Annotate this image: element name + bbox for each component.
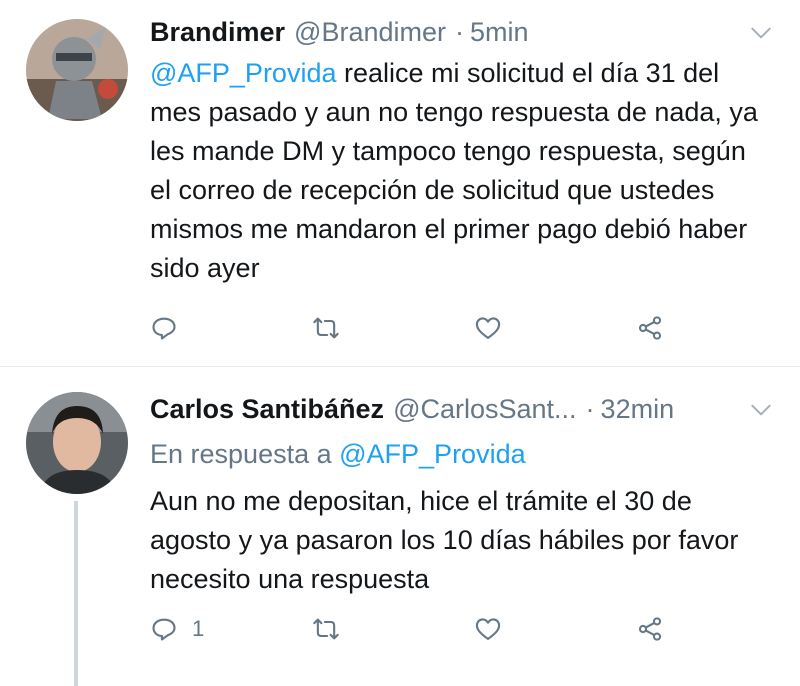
avatar[interactable] [26,19,128,121]
mention-link[interactable]: @AFP_Provida [150,58,336,88]
tweet[interactable]: Carlos Santibáñez @CarlosSant... · 32min… [0,367,800,686]
reply-button[interactable] [150,308,192,348]
tweet-header: Brandimer @Brandimer · 5min [150,12,774,52]
chevron-down-icon[interactable] [748,20,774,46]
tweet-actions: 1 [150,609,700,649]
share-icon [636,314,664,342]
share-button[interactable] [636,308,664,348]
retweet-icon [312,314,340,342]
avatar-image [26,392,128,494]
reply-count: 1 [192,616,205,641]
timestamp[interactable]: 32min [601,394,675,425]
heart-icon [474,615,502,643]
tweet-actions [150,308,700,348]
avatar[interactable] [26,392,128,494]
tweet-text: @AFP_Provida realice mi solicitud el día… [150,54,774,288]
tweet-body: Brandimer @Brandimer · 5min @AFP_Provida… [150,12,774,288]
separator: · [585,393,595,424]
avatar-image [26,19,128,121]
share-icon [636,615,664,643]
reply-context: En respuesta a @AFP_Provida [150,434,774,474]
share-button[interactable] [636,609,664,649]
like-button[interactable] [474,609,502,649]
tweet-text-body: realice mi solicitud el día 31 del mes p… [150,58,758,283]
chevron-down-icon[interactable] [748,397,774,423]
display-name[interactable]: Carlos Santibáñez [150,394,384,425]
like-button[interactable] [474,308,502,348]
thread-line [74,501,78,686]
tweet-text: Aun no me depositan, hice el trámite el … [150,486,739,594]
tweet-header: Carlos Santibáñez @CarlosSant... · 32min [150,389,774,429]
reply-icon [150,314,178,342]
user-handle[interactable]: @Brandimer [294,17,446,48]
display-name[interactable]: Brandimer [150,17,285,48]
tweet[interactable]: Brandimer @Brandimer · 5min @AFP_Provida… [0,0,800,367]
separator: · [455,16,465,47]
heart-icon [474,314,502,342]
timestamp[interactable]: 5min [470,17,529,48]
reply-button[interactable]: 1 [150,609,204,649]
retweet-icon [312,615,340,643]
retweet-button[interactable] [312,609,340,649]
user-handle[interactable]: @CarlosSant... [393,394,576,425]
reply-prefix: En respuesta a [150,439,340,469]
mention-link[interactable]: @AFP_Provida [339,439,525,469]
tweet-body: Carlos Santibáñez @CarlosSant... · 32min… [150,389,774,599]
retweet-button[interactable] [312,308,340,348]
reply-icon [150,615,178,643]
